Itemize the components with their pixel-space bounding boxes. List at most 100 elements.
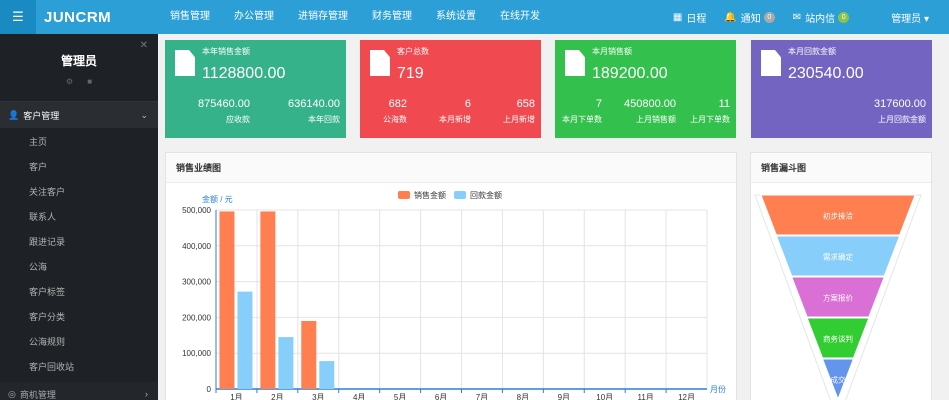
card-value: 1128800.00 <box>202 65 286 82</box>
sidebar-sub-list: 主页 客户 关注客户 联系人 跟进记录 公海 客户标签 客户分类 公海规则 客户… <box>0 128 158 380</box>
x-axis-label: 月份 <box>710 384 726 394</box>
panel-title: 销售业绩图 <box>166 153 736 183</box>
user-menu[interactable]: 管理员 ▾ <box>891 10 929 25</box>
stat-label: 本月新增 <box>439 115 471 124</box>
stat-value: 636140.00 <box>288 98 340 110</box>
funnel-stage[interactable]: 需求确定 <box>775 235 901 277</box>
card-annual-sales[interactable]: 本年销售金额 1128800.00 875460.00 应收款 636140.0… <box>165 40 346 138</box>
card-monthly-payment[interactable]: 本月回款金额 230540.00 317600.00 上月回款金额 <box>751 40 932 138</box>
card-value: 230540.00 <box>788 65 864 82</box>
message-link[interactable]: ✉ 站内信 0 <box>792 10 850 25</box>
sidebar-item-recycle[interactable]: 客户回收站 <box>0 355 158 380</box>
bar-payment[interactable] <box>278 337 294 389</box>
stat-label: 上月销售额 <box>636 115 676 124</box>
chart-legend[interactable]: 销售金额 回款金额 <box>398 190 502 200</box>
card-stat: 636140.00 本年回款 <box>288 98 340 125</box>
nav-online-dev[interactable]: 在线开发 <box>488 0 552 34</box>
card-stat: 682 公海数 <box>383 98 407 125</box>
x-tick-label: 6月 <box>435 393 447 400</box>
message-badge: 0 <box>838 11 850 23</box>
user-icon: 👤 <box>8 109 20 120</box>
document-icon <box>175 50 195 76</box>
close-icon[interactable]: ✕ <box>140 40 148 51</box>
x-tick-label: 11月 <box>637 393 653 400</box>
schedule-link[interactable]: ▦ 日程 <box>673 10 706 25</box>
sidebar-item-category[interactable]: 客户分类 <box>0 305 158 330</box>
sidebar-section2-label: 商机管理 <box>19 389 56 400</box>
sidebar-item-followed[interactable]: 关注客户 <box>0 180 158 205</box>
y-tick-label: 400,000 <box>182 242 211 251</box>
legend-label: 销售金额 <box>414 190 446 200</box>
gear-icon[interactable]: ⚙ <box>66 77 73 86</box>
bar-sales[interactable] <box>219 211 235 389</box>
stat-value: 682 <box>388 98 407 110</box>
sidebar-item-customer[interactable]: 客户 <box>0 155 158 180</box>
sidebar-section-opportunity[interactable]: ◎ 商机管理 › <box>0 382 158 400</box>
funnel-stage-label: 需求确定 <box>823 252 853 262</box>
card-title: 本月销售额 <box>592 47 632 56</box>
notify-badge: 0 <box>763 11 775 23</box>
card-stat: 317600.00 上月回款金额 <box>874 98 926 125</box>
stat-label: 上月回款金额 <box>878 115 926 124</box>
bar-payment[interactable] <box>237 291 253 389</box>
funnel-stage[interactable]: 成交 <box>821 358 855 400</box>
sales-funnel-chart: 初步接洽需求确定方案报价商务谈判成交 <box>754 194 922 400</box>
card-title: 本月回款金额 <box>788 47 836 56</box>
notify-link[interactable]: 🔔 通知 0 <box>724 10 775 25</box>
nav-settings[interactable]: 系统设置 <box>424 0 488 34</box>
chevron-right-icon: › <box>145 389 148 399</box>
sidebar-item-tags[interactable]: 客户标签 <box>0 280 158 305</box>
sidebar-section-customer[interactable]: 👤 客户管理 ⌄ <box>0 102 158 128</box>
nav-finance[interactable]: 财务管理 <box>360 0 424 34</box>
stat-value: 875460.00 <box>198 98 250 110</box>
sidebar-item-contacts[interactable]: 联系人 <box>0 205 158 230</box>
x-tick-label: 4月 <box>353 393 365 400</box>
header-right: ▦ 日程 🔔 通知 0 ✉ 站内信 0 管理员 ▾ <box>673 0 949 34</box>
lock-icon[interactable]: ■ <box>87 77 92 86</box>
bar-sales[interactable] <box>260 211 276 389</box>
nav-inventory[interactable]: 进销存管理 <box>286 0 360 34</box>
card-stat: 658 上月新增 <box>503 98 535 125</box>
y-tick-label: 300,000 <box>182 278 211 287</box>
funnel-stage[interactable]: 商务谈判 <box>806 317 870 359</box>
y-axis-label: 金额 / 元 <box>202 194 233 204</box>
profile-name: 管理员 <box>60 54 97 68</box>
sidebar-item-home[interactable]: 主页 <box>0 130 158 155</box>
x-tick-label: 8月 <box>517 393 529 400</box>
y-tick-label: 200,000 <box>182 313 211 322</box>
sales-chart-panel: 销售业绩图 销售金额 回款金额 金额 / 元 0 100,000 200,000 300,0… <box>165 152 737 400</box>
stat-label: 本年回款 <box>308 115 340 124</box>
card-stat: 450800.00 上月销售额 <box>624 98 676 125</box>
card-value: 189200.00 <box>592 65 668 82</box>
x-tick-label: 7月 <box>476 393 488 400</box>
funnel-stage[interactable]: 初步接洽 <box>760 194 916 236</box>
y-tick-label: 0 <box>207 385 212 394</box>
card-monthly-sales[interactable]: 本月销售额 189200.00 7 本月下单数 450800.00 上月销售额 … <box>555 40 736 138</box>
x-tick-label: 1月 <box>230 393 242 400</box>
funnel-stage[interactable]: 方案报价 <box>791 276 885 318</box>
stat-value: 11 <box>718 98 730 110</box>
brand-logo[interactable]: JUNCRM <box>36 9 158 26</box>
menu-toggle-button[interactable]: ☰ <box>0 0 36 34</box>
profile-block: ✕ 管理员 ⚙ ■ <box>0 34 158 102</box>
stat-label: 本月下单数 <box>562 115 602 124</box>
stat-label: 公海数 <box>383 115 407 124</box>
stat-value: 450800.00 <box>624 98 676 110</box>
funnel-stage-label: 方案报价 <box>823 293 853 303</box>
card-customer-total[interactable]: 客户总数 719 682 公海数 6 本月新增 658 上月新增 <box>360 40 541 138</box>
sidebar-item-pool-rules[interactable]: 公海规则 <box>0 330 158 355</box>
nav-office[interactable]: 办公管理 <box>222 0 286 34</box>
sidebar-item-pool[interactable]: 公海 <box>0 255 158 280</box>
stat-value: 7 <box>595 98 602 110</box>
card-title: 本年销售金额 <box>202 47 250 56</box>
envelope-icon: ✉ <box>792 11 802 23</box>
menu-toggle-icon: ☰ <box>12 9 24 24</box>
sales-bar-chart: 销售金额 回款金额 金额 / 元 0 100,000 200,000 300,000 400,… <box>182 190 726 400</box>
nav-sales[interactable]: 销售管理 <box>158 0 222 34</box>
sidebar-item-followup[interactable]: 跟进记录 <box>0 230 158 255</box>
top-bar: ☰ JUNCRM 销售管理 办公管理 进销存管理 财务管理 系统设置 在线开发 … <box>0 0 949 34</box>
bar-sales[interactable] <box>301 320 317 389</box>
bar-payment[interactable] <box>319 361 335 389</box>
chevron-down-icon: ⌄ <box>140 109 148 120</box>
document-icon <box>565 50 585 76</box>
